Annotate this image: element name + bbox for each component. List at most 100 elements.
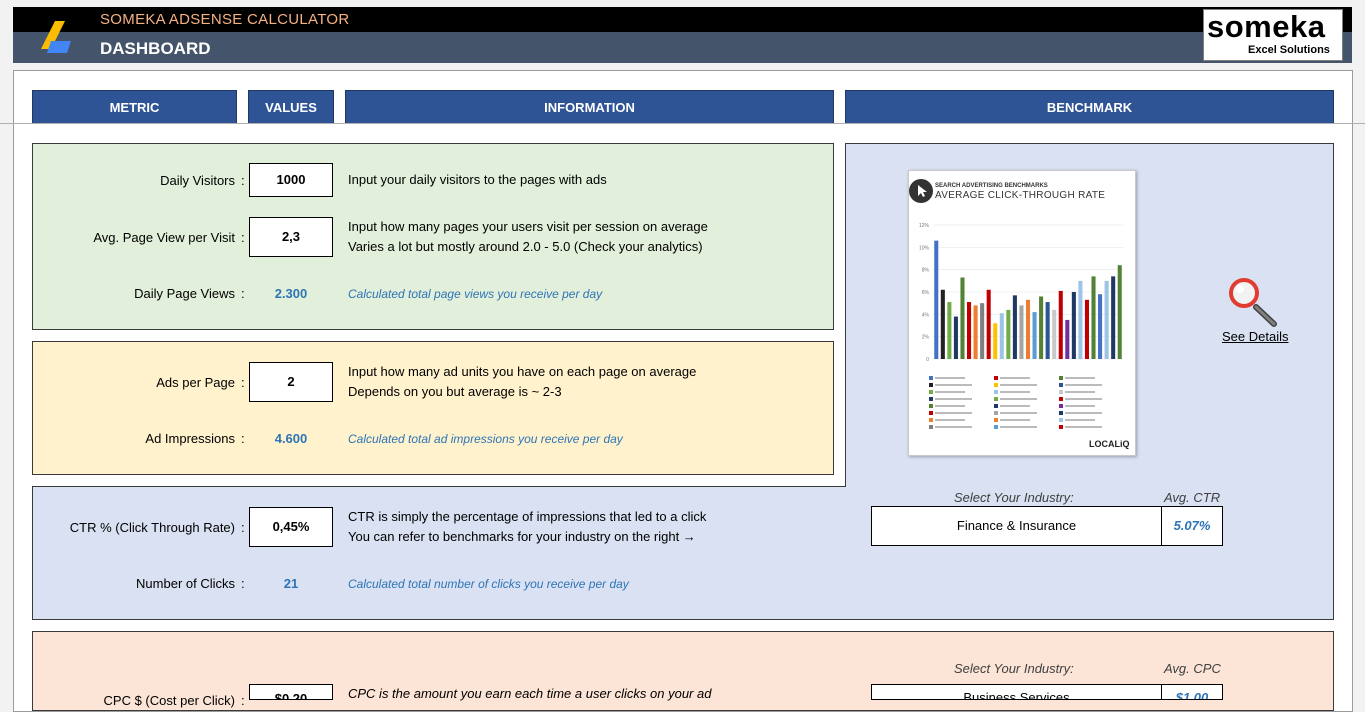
legend-swatch (994, 411, 998, 415)
cpc-info-1: CPC is the amount you earn each time a u… (348, 686, 712, 701)
colon: : (241, 173, 245, 188)
cpc-input[interactable]: $0,20 (249, 684, 333, 700)
section-divider (845, 475, 846, 487)
chart-bar (967, 302, 972, 359)
legend-swatch (994, 404, 998, 408)
column-header-metric: METRIC (32, 90, 237, 124)
legend-swatch (994, 376, 998, 380)
legend-text-line (1065, 419, 1095, 421)
section-divider (32, 486, 846, 487)
ctr-info-1: CTR is simply the percentage of impressi… (348, 509, 707, 524)
card-title: AVERAGE CLICK-THROUGH RATE (935, 190, 1106, 201)
legend-text-line (1000, 377, 1030, 379)
adsense-logo-icon (41, 21, 71, 53)
legend-text-line (935, 412, 972, 414)
legend-text-line (1000, 405, 1030, 407)
legend-swatch (994, 383, 998, 387)
legend-swatch (929, 383, 933, 387)
daily-page-views-note: Calculated total page views you receive … (348, 287, 603, 301)
chart-bar (1039, 296, 1044, 359)
legend-swatch (994, 397, 998, 401)
chart-bar (986, 289, 991, 359)
ctr-input[interactable]: 0,45% (249, 507, 333, 547)
chart-bar (953, 316, 958, 359)
legend-text-line (935, 419, 965, 421)
chart-bar (1006, 309, 1011, 359)
chart-bar (1084, 299, 1089, 359)
ads-per-page-input[interactable]: 2 (249, 362, 333, 402)
legend-text-line (935, 384, 972, 386)
chart-tick-label: 12% (919, 223, 930, 229)
ctr-industry-select[interactable]: Finance & Insurance (871, 506, 1162, 546)
legend-swatch (929, 411, 933, 415)
ctr-label: CTR % (Click Through Rate) (69, 520, 235, 535)
page-views-per-visit-input[interactable]: 2,3 (249, 217, 333, 257)
chart-bar (1065, 319, 1070, 359)
chart-bar (940, 289, 945, 359)
legend-text-line (1065, 426, 1102, 428)
legend-swatch (1059, 425, 1063, 429)
legend-swatch (929, 425, 933, 429)
ctr-benchmark-card[interactable]: SEARCH ADVERTISING BENCHMARKS AVERAGE CL… (908, 170, 1136, 456)
chart-bar (1071, 292, 1076, 359)
legend-text-line (1065, 405, 1095, 407)
legend-swatch (1059, 397, 1063, 401)
sheet-gridline (0, 123, 1365, 124)
chart-tick-label: 4% (922, 312, 930, 318)
daily-visitors-info: Input your daily visitors to the pages w… (348, 172, 607, 187)
chart-bar (1091, 276, 1096, 359)
colon: : (241, 520, 245, 535)
chart-tick-label: 0 (926, 357, 929, 363)
daily-page-views-label: Daily Page Views (134, 286, 235, 301)
ads-per-page-label: Ads per Page (156, 375, 235, 390)
legend-swatch (994, 425, 998, 429)
magnifier-icon[interactable] (1226, 277, 1278, 329)
chart-bar (1104, 280, 1109, 359)
legend-swatch (1059, 418, 1063, 422)
colon: : (241, 286, 245, 301)
legend-text-line (935, 377, 965, 379)
daily-visitors-label: Daily Visitors (160, 173, 235, 188)
legend-swatch (929, 390, 933, 394)
legend-text-line (1065, 377, 1095, 379)
chart-bar (1058, 290, 1063, 359)
brand-name: someka (1207, 9, 1326, 44)
clicks-note: Calculated total number of clicks you re… (348, 577, 629, 591)
cpc-industry-select[interactable]: Business Services (871, 684, 1162, 700)
chart-bar (980, 303, 985, 359)
clicks-value: 21 (283, 576, 299, 591)
legend-swatch (994, 418, 998, 422)
header-bar-bottom (13, 32, 1352, 63)
chart-bar (1045, 302, 1050, 359)
app-title: SOMEKA ADSENSE CALCULATOR (100, 11, 350, 28)
cursor-icon (909, 179, 933, 203)
legend-text-line (1000, 391, 1030, 393)
chart-bar (999, 313, 1004, 359)
legend-text-line (1000, 384, 1037, 386)
chart-bar (973, 305, 978, 359)
legend-text-line (1065, 391, 1095, 393)
see-details-link[interactable]: See Details (1222, 329, 1288, 344)
ads-per-page-info-2: Depends on you but average is ~ 2-3 (348, 384, 562, 399)
chart-bar (1117, 265, 1122, 359)
chart-tick-label: 6% (922, 290, 930, 296)
chart-bar (1052, 309, 1057, 359)
legend-swatch (929, 404, 933, 408)
daily-visitors-input[interactable]: 1000 (249, 163, 333, 197)
card-kicker: SEARCH ADVERTISING BENCHMARKS (935, 183, 1048, 189)
legend-text-line (1000, 412, 1037, 414)
chart-bar (1019, 305, 1024, 359)
legend-swatch (929, 376, 933, 380)
legend-text-line (1000, 426, 1037, 428)
avg-cpc-label: Avg. CPC (1164, 661, 1221, 676)
page-views-per-visit-info-2: Varies a lot but mostly around 2.0 - 5.0… (348, 239, 703, 254)
chart-bar (1111, 276, 1116, 359)
page-title: DASHBOARD (100, 39, 211, 58)
colon: : (241, 375, 245, 390)
ctr-info-2: You can refer to benchmarks for your ind… (348, 529, 696, 544)
ad-impressions-note: Calculated total ad impressions you rece… (348, 432, 623, 446)
localiq-logo: LOCALiQ (1089, 439, 1130, 449)
ctr-industry-select-label: Select Your Industry: (954, 490, 1074, 505)
chart-bar (947, 302, 952, 359)
legend-swatch (929, 397, 933, 401)
